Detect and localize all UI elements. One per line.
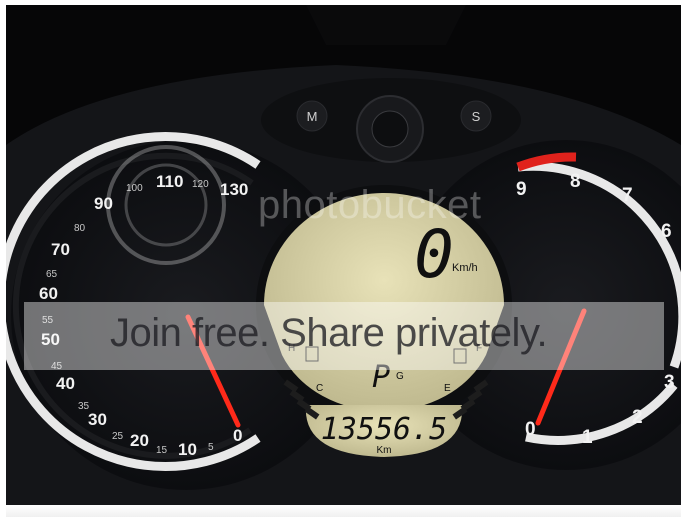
speed-label-0: 0 bbox=[233, 426, 242, 445]
tach-label-7: 7 bbox=[622, 185, 633, 206]
tach-label-8: 8 bbox=[570, 171, 581, 192]
set-button-label: S bbox=[472, 109, 481, 124]
speed-label-20: 20 bbox=[130, 431, 149, 450]
mode-button-label: M bbox=[307, 109, 318, 124]
speed-label-40: 40 bbox=[56, 374, 75, 393]
tach-label-6: 6 bbox=[661, 221, 672, 242]
speed-label-70: 70 bbox=[51, 240, 70, 259]
lcd-speed-unit: Km/h bbox=[452, 262, 478, 274]
bottom-border bbox=[6, 505, 681, 517]
speed-label-25: 25 bbox=[112, 431, 124, 442]
watermark-tagline: Join free. Share privately. bbox=[110, 311, 548, 355]
speed-label-65: 65 bbox=[46, 269, 58, 280]
tach-label-2: 2 bbox=[632, 407, 643, 428]
speed-label-30: 30 bbox=[88, 410, 107, 429]
tach-label-0: 0 bbox=[525, 419, 536, 440]
odometer-value: 13556.5 bbox=[321, 412, 447, 447]
tach-label-9: 9 bbox=[516, 179, 527, 200]
speed-label-5: 5 bbox=[208, 442, 214, 453]
ignition-core bbox=[371, 110, 409, 148]
dashboard-photo: M S 0 10 20 30 40 50 60 70 90 110 130 5 … bbox=[6, 5, 681, 505]
speed-label-35: 35 bbox=[78, 401, 90, 412]
speed-label-110: 110 bbox=[156, 172, 183, 191]
speed-label-10: 10 bbox=[178, 440, 197, 459]
temp-label-cold: C bbox=[316, 383, 323, 394]
tach-label-3: 3 bbox=[664, 372, 675, 393]
speed-label-15: 15 bbox=[156, 445, 168, 456]
speed-label-80: 80 bbox=[74, 223, 86, 234]
fuel-label-empty: E bbox=[444, 383, 451, 394]
speed-label-60: 60 bbox=[39, 284, 58, 303]
tach-label-1: 1 bbox=[582, 427, 593, 448]
watermark-brand: photobucket bbox=[258, 183, 482, 227]
odometer-unit: Km bbox=[377, 445, 392, 456]
dashboard-illustration: M S 0 10 20 30 40 50 60 70 90 110 130 5 … bbox=[6, 5, 681, 505]
lcd-gear-sub: G bbox=[396, 371, 404, 382]
